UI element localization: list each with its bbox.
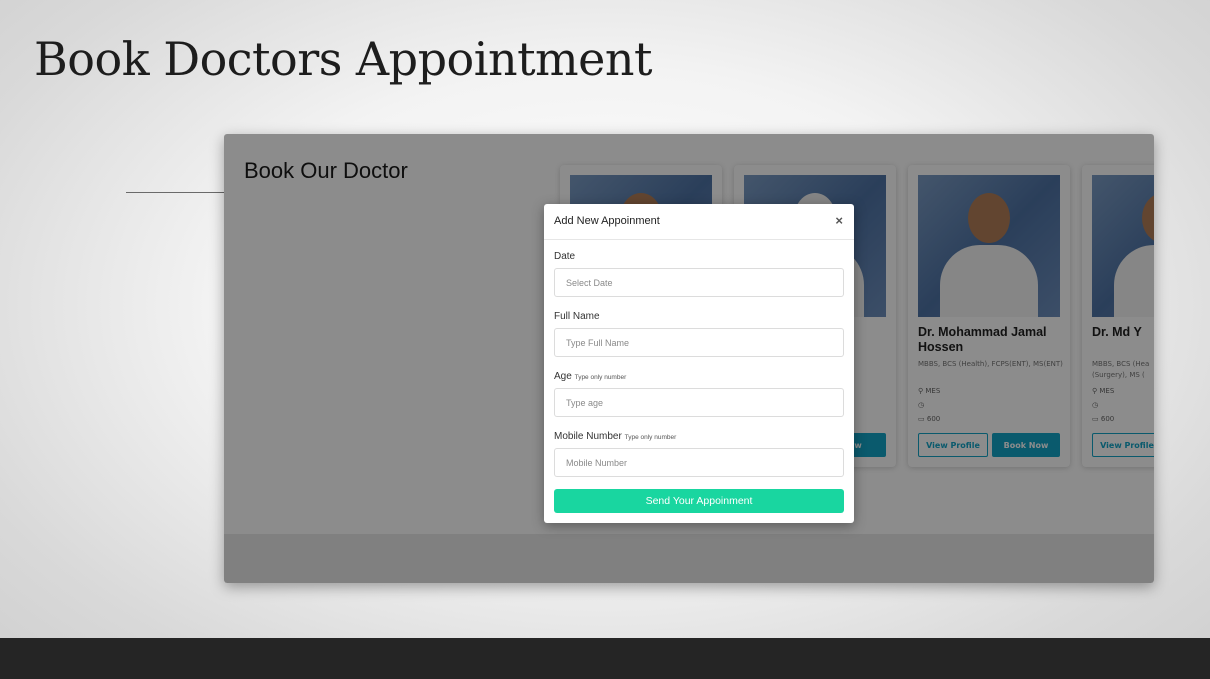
slide-title: Book Doctors Appointment: [34, 32, 653, 86]
mobile-label: Mobile Number Type only number: [554, 431, 676, 442]
add-appointment-modal: Add New Appoinment × Date Select Date Fu…: [544, 204, 854, 523]
age-label-text: Age: [554, 371, 572, 382]
full-name-label: Full Name: [554, 311, 600, 322]
close-icon[interactable]: ×: [835, 213, 843, 228]
full-name-input[interactable]: Type Full Name: [554, 328, 844, 357]
mobile-hint: Type only number: [624, 434, 677, 441]
age-input[interactable]: Type age: [554, 388, 844, 417]
modal-title: Add New Appoinment: [554, 215, 660, 227]
decorative-line: [126, 192, 226, 193]
date-label: Date: [554, 251, 576, 262]
send-appointment-button[interactable]: Send Your Appoinment: [554, 489, 844, 513]
age-hint: Type only number: [574, 374, 627, 381]
slide-bottom-bar: [0, 638, 1210, 679]
modal-header: Add New Appoinment ×: [544, 204, 854, 240]
mobile-input[interactable]: Mobile Number: [554, 448, 844, 477]
mobile-label-text: Mobile Number: [554, 431, 622, 442]
age-label: Age Type only number: [554, 371, 626, 382]
date-input[interactable]: Select Date: [554, 268, 844, 297]
